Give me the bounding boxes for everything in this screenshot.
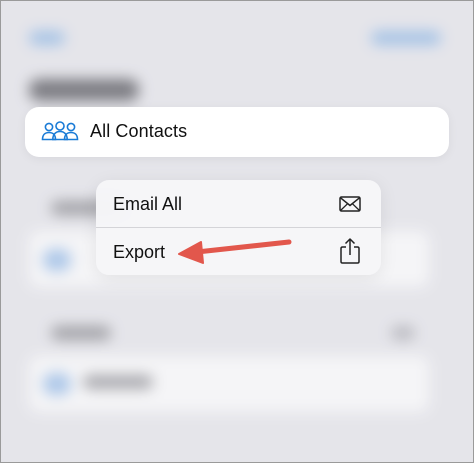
menu-item-label: Export [113,242,166,262]
envelope-icon [339,196,361,212]
screenshot-frame: All Contacts Email All Export [0,0,474,463]
arrow-left-icon [178,239,292,264]
share-icon [340,238,360,264]
menu-item-label: Email All [113,194,183,214]
all-contacts-label: All Contacts [90,121,188,141]
people-icon [41,121,79,141]
all-contacts-pill[interactable]: All Contacts [25,107,449,157]
menu-item-email-all[interactable]: Email All [96,180,381,227]
